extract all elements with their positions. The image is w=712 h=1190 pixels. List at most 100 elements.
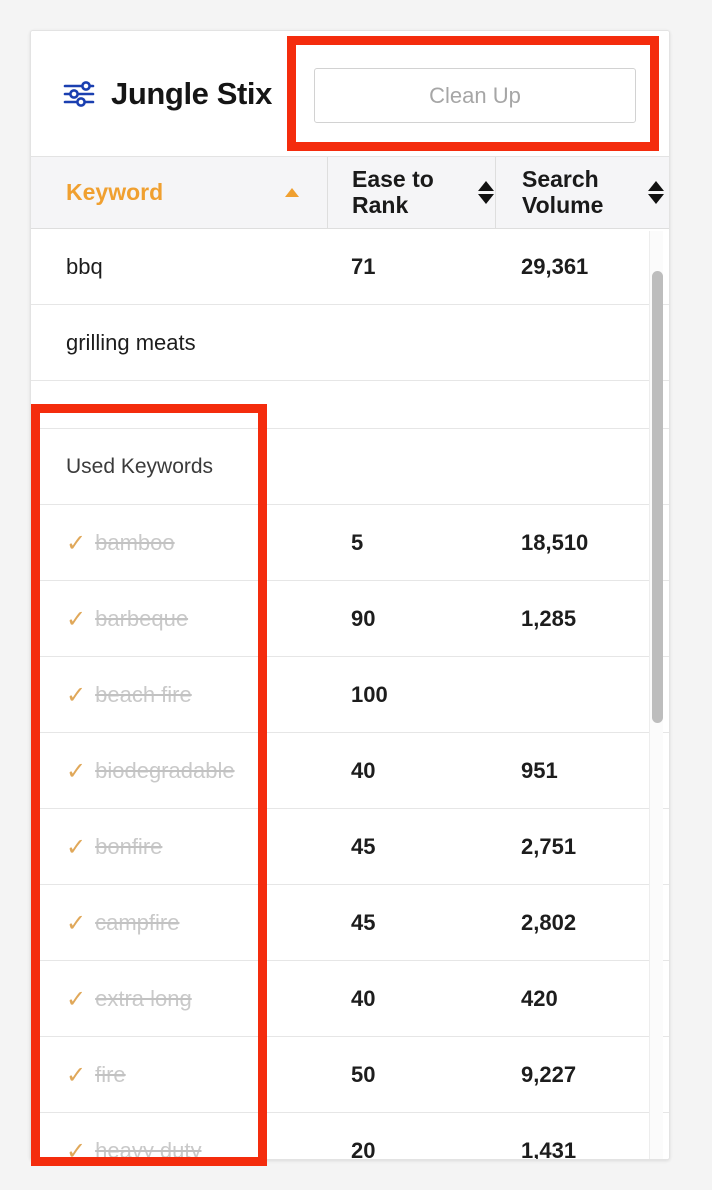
cell-keyword: ✓ extra long [31,961,327,1037]
ease-label-line1: Ease to [352,166,434,192]
cell-ease: 5 [327,505,495,581]
cell-volume [495,305,669,381]
table-row[interactable]: ✓ fire 50 9,227 [31,1037,669,1113]
keyword-text: bbq [66,254,103,280]
table-row[interactable]: ✓ extra long 40 420 [31,961,669,1037]
cell-ease: 71 [327,229,495,305]
cell-ease: 50 [327,1037,495,1113]
ease-value: 20 [351,1138,375,1161]
cell-volume: 1,431 [495,1113,669,1161]
cell-keyword: ✓ bamboo [31,505,327,581]
keyword-table: Keyword Ease to Rank [31,157,669,1160]
check-icon: ✓ [66,607,86,631]
check-icon: ✓ [66,1139,86,1161]
keyword-text: barbeque [95,606,188,632]
cell-ease: 40 [327,733,495,809]
keyword-text: bamboo [95,530,175,556]
cell-ease: 45 [327,809,495,885]
volume-label-line2: Volume [522,192,603,218]
cell-volume: 2,802 [495,885,669,961]
page-title: Jungle Stix [111,76,272,112]
table-row[interactable]: grilling meats [31,305,669,381]
check-icon: ✓ [66,835,86,859]
table-row[interactable]: ✓ barbeque 90 1,285 [31,581,669,657]
table-row[interactable]: ✓ beach fire 100 [31,657,669,733]
cell-ease: 100 [327,657,495,733]
cell-keyword: ✓ heavy duty [31,1113,327,1161]
table-row-empty[interactable] [31,381,669,429]
app-root: Jungle Stix Clean Up Keyword Ease to [0,0,712,1190]
keyword-panel-card: Jungle Stix Clean Up Keyword Ease to [30,30,670,1160]
cell-volume: 2,751 [495,809,669,885]
ease-value: 40 [351,758,375,784]
sliders-icon [63,77,97,111]
clean-up-button[interactable]: Clean Up [314,68,636,123]
column-header-ease-label: Ease to Rank [352,167,470,219]
cell-section-label: Used Keywords [31,429,327,505]
ease-value: 40 [351,986,375,1012]
cell-keyword: ✓ biodegradable [31,733,327,809]
volume-value: 18,510 [521,530,588,556]
sort-arrows-icon [648,181,664,204]
volume-value: 420 [521,986,558,1012]
ease-value: 100 [351,682,388,708]
cell-ease [327,305,495,381]
table-row[interactable]: ✓ bamboo 5 18,510 [31,505,669,581]
check-icon: ✓ [66,987,86,1011]
column-header-ease-to-rank[interactable]: Ease to Rank [327,157,495,229]
section-title: Used Keywords [66,455,213,479]
table-row[interactable]: ✓ campfire 45 2,802 [31,885,669,961]
cell-volume [495,657,669,733]
cell-volume: 29,361 [495,229,669,305]
volume-value: 9,227 [521,1062,576,1088]
cell-keyword: grilling meats [31,305,327,381]
table-scrollbar[interactable] [649,231,663,1160]
cell-keyword [31,381,327,429]
ease-value: 90 [351,606,375,632]
volume-value: 951 [521,758,558,784]
volume-value: 2,802 [521,910,576,936]
column-header-keyword-label: Keyword [66,180,163,206]
cell-ease: 40 [327,961,495,1037]
ease-value: 45 [351,834,375,860]
ease-value: 45 [351,910,375,936]
keyword-text: beach fire [95,682,192,708]
table-row[interactable]: ✓ biodegradable 40 951 [31,733,669,809]
scrollbar-thumb[interactable] [652,271,663,723]
cell-keyword: ✓ barbeque [31,581,327,657]
check-icon: ✓ [66,1063,86,1087]
ease-value: 50 [351,1062,375,1088]
cell-keyword: ✓ beach fire [31,657,327,733]
table-row[interactable]: ✓ bonfire 45 2,751 [31,809,669,885]
volume-value: 2,751 [521,834,576,860]
keyword-text: heavy duty [95,1138,201,1161]
keyword-text: fire [95,1062,126,1088]
keyword-text: bonfire [95,834,162,860]
check-icon: ✓ [66,911,86,935]
column-header-search-volume[interactable]: Search Volume [495,157,669,229]
volume-value: 1,285 [521,606,576,632]
cell-volume: 1,285 [495,581,669,657]
ease-value: 5 [351,530,363,556]
volume-label-line1: Search [522,166,599,192]
ease-label-line2: Rank [352,192,408,218]
cell-keyword: ✓ fire [31,1037,327,1113]
cell-ease: 20 [327,1113,495,1161]
check-icon: ✓ [66,683,86,707]
sort-asc-icon [285,188,299,197]
used-keywords-section-header: Used Keywords [31,429,669,505]
column-header-keyword[interactable]: Keyword [31,157,327,229]
cell-volume: 18,510 [495,505,669,581]
keyword-text: biodegradable [95,758,234,784]
table-row[interactable]: bbq 71 29,361 [31,229,669,305]
sort-arrows-icon [478,181,494,204]
check-icon: ✓ [66,759,86,783]
panel-header: Jungle Stix Clean Up [31,31,669,157]
ease-value: 71 [351,254,375,280]
cell-keyword: ✓ bonfire [31,809,327,885]
cell-volume: 420 [495,961,669,1037]
table-row[interactable]: ✓ heavy duty 20 1,431 [31,1113,669,1160]
clean-up-label: Clean Up [429,83,521,109]
volume-value: 1,431 [521,1138,576,1161]
cell-volume: 9,227 [495,1037,669,1113]
